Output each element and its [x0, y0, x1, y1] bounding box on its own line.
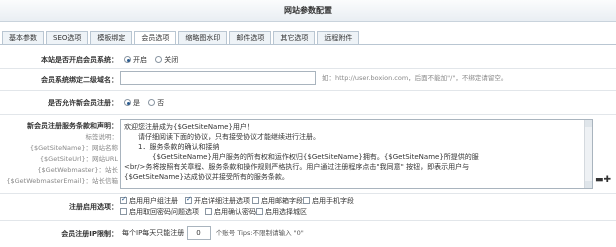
- checkbox-icon[interactable]: [120, 208, 127, 215]
- agreement-line: <br/>务将按照有关章程、服务条款和操作规则严格执行。用户通过注册程序点击"我…: [124, 163, 470, 171]
- option-phone-field[interactable]: 启用手机字段: [303, 196, 354, 206]
- reg-options-label: 注册启用选项：: [69, 203, 118, 211]
- subdomain-label: 会员系统绑定二级域名：: [41, 76, 118, 84]
- option-detailed-reg[interactable]: 开启详细注册选项: [185, 195, 250, 206]
- agreement-line: 欢迎您注册成为{$GetSiteName}用户！: [124, 123, 254, 131]
- ip-limit-suffix: 个账号 Tips:不限制请输入 "0": [215, 229, 304, 237]
- allow-reg-no[interactable]: 否: [148, 99, 164, 107]
- expand-icon[interactable]: ✚: [604, 175, 612, 185]
- subdomain-row: 会员系统绑定二级域名： 如：http://user.boxion.com，后面不…: [0, 71, 616, 87]
- tag-variable: {$GetWebmaster}：站长: [37, 166, 118, 174]
- ip-limit-label: 会员注册IP限制：: [61, 230, 118, 238]
- tab-seo[interactable]: SEO选项: [46, 31, 89, 44]
- divider: [0, 68, 616, 69]
- member-open-off[interactable]: 关闭: [155, 56, 178, 64]
- divider: [0, 220, 616, 221]
- radio-icon[interactable]: [124, 99, 131, 106]
- ip-limit-row: 会员注册IP限制： 每个IP每天只能注册 0 个账号 Tips:不限制请输入 "…: [0, 225, 616, 241]
- checkbox-icon[interactable]: [256, 208, 263, 215]
- divider: [0, 114, 616, 115]
- settings-tabs: 基本参数 SEO选项 模板绑定 会员选项 缩略图水印 邮件选项 其它选项 远程附…: [2, 31, 361, 45]
- radio-icon[interactable]: [148, 99, 156, 106]
- agreement-line: {$GetSiteName}达成协议并接受所有的服务条款。: [124, 173, 289, 181]
- tab-mail[interactable]: 邮件选项: [229, 31, 272, 44]
- tab-divider: [0, 44, 616, 45]
- checkbox-icon[interactable]: [120, 195, 127, 204]
- page-title: 网站参数配置: [0, 0, 616, 22]
- subdomain-hint: 如：http://user.boxion.com，后面不能加"/"，不绑定请留空…: [322, 74, 508, 82]
- resize-icons: ▬✚: [595, 175, 611, 185]
- tag-variables-title: 标签说明：: [85, 133, 119, 141]
- tag-variable: {$GetSiteUrl}：网站URL: [39, 155, 118, 163]
- option-security-question[interactable]: 启用取回密码问题选项: [120, 207, 199, 217]
- tab-remote-attachment[interactable]: 远程附件: [317, 31, 360, 44]
- option-user-group[interactable]: 启用用户组注册: [120, 195, 178, 206]
- allow-reg-yes[interactable]: 是: [124, 99, 140, 107]
- tab-other[interactable]: 其它选项: [273, 31, 316, 44]
- shrink-icon[interactable]: ▬: [595, 175, 604, 185]
- ip-limit-prefix: 每个IP每天只能注册: [122, 229, 185, 237]
- agreement-line: 1．服务条款的确认和接纳: [124, 143, 220, 151]
- checkbox-icon[interactable]: [252, 197, 259, 204]
- divider: [0, 193, 616, 194]
- allow-reg-row: 是否允许新会员注册： 是 否: [0, 96, 616, 110]
- radio-icon[interactable]: [124, 56, 131, 63]
- member-open-label: 本站是否开启会员系统：: [41, 56, 118, 64]
- tag-variables: 标签说明： {$GetSiteName}：网站名称 {$GetSiteUrl}：…: [6, 132, 118, 187]
- checkbox-icon[interactable]: [205, 208, 212, 215]
- checkbox-icon[interactable]: [185, 195, 192, 204]
- reg-options-row: 注册启用选项： 启用用户组注册 开启详细注册选项 启用邮箱字段 启用手机字段 启…: [0, 195, 616, 218]
- agreement-row: 新会员注册服务条款和声明： 标签说明： {$GetSiteName}：网站名称 …: [0, 119, 616, 191]
- option-select-district[interactable]: 启用选择城区: [256, 207, 307, 217]
- tab-watermark[interactable]: 缩略图水印: [178, 31, 228, 44]
- tab-member[interactable]: 会员选项: [134, 31, 177, 45]
- allow-reg-label: 是否允许新会员注册：: [48, 99, 118, 107]
- agreement-line: 请仔细阅读下面的协议，只有接受协议才能继续进行注册。: [124, 133, 320, 141]
- ip-limit-input[interactable]: 0: [186, 226, 211, 240]
- member-open-on[interactable]: 开启: [124, 56, 147, 64]
- agreement-label: 新会员注册服务条款和声明：: [27, 122, 118, 130]
- option-confirm-password[interactable]: 启用确认密码: [205, 207, 256, 217]
- subdomain-input[interactable]: [120, 71, 316, 85]
- option-email-field[interactable]: 启用邮箱字段: [252, 196, 303, 206]
- agreement-line: {$GetSiteName}用户服务的所有权和运作权归{$GetSiteName…: [124, 153, 479, 161]
- agreement-textarea[interactable]: 欢迎您注册成为{$GetSiteName}用户！ 请仔细阅读下面的协议，只有接受…: [120, 119, 593, 189]
- tab-basic[interactable]: 基本参数: [2, 31, 44, 44]
- radio-icon[interactable]: [155, 56, 163, 63]
- tag-variable: {$GetWebmasterEmail}：站长信箱: [6, 177, 118, 185]
- divider: [0, 90, 616, 91]
- textarea-scrollbar[interactable]: [584, 120, 592, 188]
- checkbox-icon[interactable]: [303, 197, 310, 204]
- tab-template[interactable]: 模板绑定: [90, 31, 133, 44]
- member-open-row: 本站是否开启会员系统： 开启 关闭: [0, 53, 616, 67]
- tag-variable: {$GetSiteName}：网站名称: [29, 144, 118, 152]
